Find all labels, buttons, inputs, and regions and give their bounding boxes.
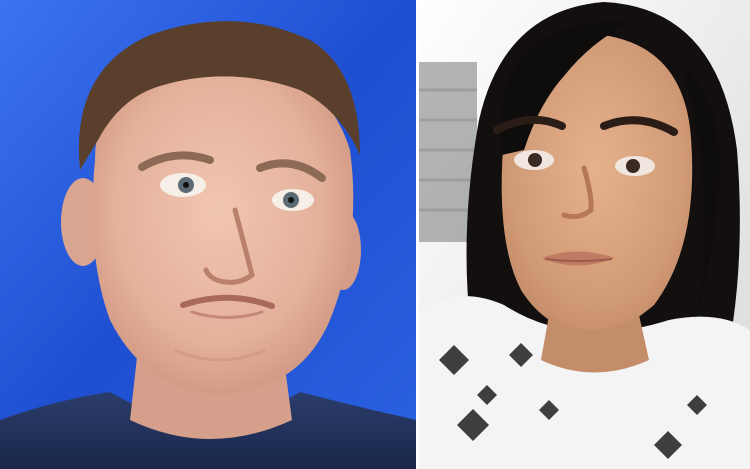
right-selfie-photo [419,0,750,469]
left-portrait-svg [0,0,416,469]
right-selfie-svg [419,0,750,469]
face [92,57,354,395]
left-iris [528,153,542,167]
left-portrait-photo [0,0,416,469]
left-pupil [183,182,189,188]
right-iris [626,159,640,173]
photo-collage [0,0,750,469]
right-pupil [288,197,294,203]
